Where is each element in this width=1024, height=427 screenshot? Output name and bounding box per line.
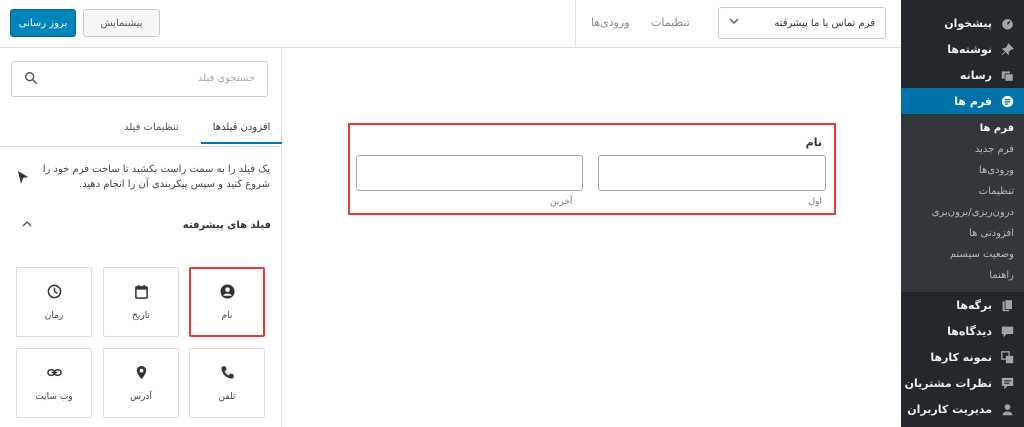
update-button[interactable]: بروز رسانی (10, 9, 76, 37)
chevron-down-icon (729, 16, 739, 29)
sidebar-item-label: مدیریت کاربران (907, 402, 992, 416)
sidebar-item-label: نوشته‌ها (947, 42, 992, 56)
media-icon (998, 67, 1016, 83)
forms-submenu: فرم ها فرم جدید ورودی‌ها تنظیمات درون‌ری… (901, 114, 1024, 292)
phone-icon (220, 365, 234, 379)
sidebar-item-label: رسانه (959, 68, 992, 82)
field-card-label: وب سایت (35, 391, 73, 402)
field-card-website[interactable]: وب سایت (16, 348, 92, 418)
users-icon (998, 401, 1016, 417)
name-field-block[interactable]: نام اول آخرین (348, 123, 836, 215)
sidebar-item-comments[interactable]: دیدگاه‌ها (901, 318, 1024, 344)
last-name-label: آخرین (550, 197, 573, 207)
search-icon (24, 71, 40, 87)
cursor-arrow-icon (16, 170, 30, 186)
field-card-phone[interactable]: تلفن (189, 348, 265, 418)
tabs-divider (0, 146, 282, 147)
submenu-item-new-form[interactable]: فرم جدید (901, 139, 1024, 160)
sidebar-item-label: فرم ها (954, 94, 992, 108)
tab-field-settings[interactable]: تنظیمات فیلد (124, 122, 179, 133)
field-card-label: زمان (44, 310, 64, 321)
user-icon (219, 283, 235, 299)
sidebar-item-users[interactable]: مدیریت کاربران (901, 396, 1024, 422)
name-field-title: نام (805, 136, 822, 149)
portfolio-icon (998, 349, 1016, 365)
tab-add-fields[interactable]: افزودن فیلدها (201, 122, 282, 144)
sidebar-item-label: دیدگاه‌ها (947, 324, 992, 338)
submenu-item-entries[interactable]: ورودی‌ها (901, 160, 1024, 181)
submenu-item-system-status[interactable]: وضعیت سیستم (901, 244, 1024, 265)
preview-button[interactable]: پیشنمایش (83, 9, 160, 37)
clock-icon (47, 284, 61, 298)
field-card-name[interactable]: نام (189, 267, 265, 337)
first-name-label: اول (808, 197, 822, 207)
advanced-fields-title: فیلد های پیشرفته (182, 220, 271, 231)
field-search-input[interactable]: جستجوی فیلد (11, 61, 268, 97)
field-card-label: تلفن (218, 391, 236, 402)
field-card-address[interactable]: آدرس (103, 348, 179, 418)
sidebar-item-forms[interactable]: فرم ها (893, 88, 1024, 114)
form-canvas: نام اول آخرین (283, 48, 901, 427)
editor-topbar: بروز رسانی پیشنمایش ورودی‌ها تنظیمات فرم… (0, 0, 901, 48)
location-pin-icon (136, 365, 146, 379)
field-card-date[interactable]: تاریخ (103, 267, 179, 337)
admin-sidebar: پیشخوان نوشته‌ها رسانه فرم ها فرم ها فرم… (893, 0, 1024, 427)
sidebar-item-posts[interactable]: نوشته‌ها (901, 36, 1024, 62)
sidebar-item-dashboard[interactable]: پیشخوان (901, 10, 1024, 36)
field-card-label: تاریخ (132, 310, 150, 321)
sidebar-item-pages[interactable]: برگه‌ها (901, 292, 1024, 318)
dashboard-icon (998, 15, 1016, 31)
field-card-label: آدرس (130, 391, 152, 402)
pages-icon (998, 297, 1016, 313)
submenu-item-addons[interactable]: افزودنی ها (901, 223, 1024, 244)
sidebar-item-label: پیشخوان (944, 16, 992, 30)
help-text: یک فیلد را به سمت راست بکشید تا ساخت فرم… (42, 164, 270, 190)
tab-settings[interactable]: تنظیمات (651, 16, 690, 29)
first-name-input[interactable] (598, 155, 826, 191)
form-select-value: فرم تماس با ما پیشرفته (774, 17, 875, 29)
sidebar-item-label: نظرات مشتریان (904, 376, 992, 390)
search-placeholder: جستجوی فیلد (197, 73, 255, 84)
submenu-item-forms[interactable]: فرم ها (901, 118, 1024, 139)
submenu-item-import-export[interactable]: درون‌ریزی/برون‌بری (901, 202, 1024, 223)
last-name-input[interactable] (356, 155, 583, 191)
pin-icon (998, 41, 1016, 57)
field-card-label: نام (221, 310, 233, 321)
sidebar-item-testimonials[interactable]: نظرات مشتریان (901, 370, 1024, 396)
chevron-up-icon[interactable] (22, 219, 32, 232)
link-icon (46, 368, 62, 376)
sidebar-item-label: نمونه کارها (930, 350, 992, 364)
comments-icon (998, 323, 1016, 339)
submenu-item-help[interactable]: راهنما (901, 265, 1024, 286)
submenu-item-settings[interactable]: تنظیمات (901, 181, 1024, 202)
tab-entries[interactable]: ورودی‌ها (591, 16, 630, 29)
form-select-dropdown[interactable]: فرم تماس با ما پیشرفته (718, 7, 886, 39)
testimonials-icon (998, 375, 1016, 391)
sidebar-item-label: برگه‌ها (956, 298, 992, 312)
sidebar-item-portfolio[interactable]: نمونه کارها (901, 344, 1024, 370)
calendar-icon (134, 284, 148, 299)
field-card-time[interactable]: زمان (16, 267, 92, 337)
sidebar-item-media[interactable]: رسانه (901, 62, 1024, 88)
fields-panel: جستجوی فیلد افزودن فیلدها تنظیمات فیلد ی… (0, 48, 282, 427)
forms-icon (998, 93, 1016, 109)
topbar-divider (575, 0, 576, 48)
